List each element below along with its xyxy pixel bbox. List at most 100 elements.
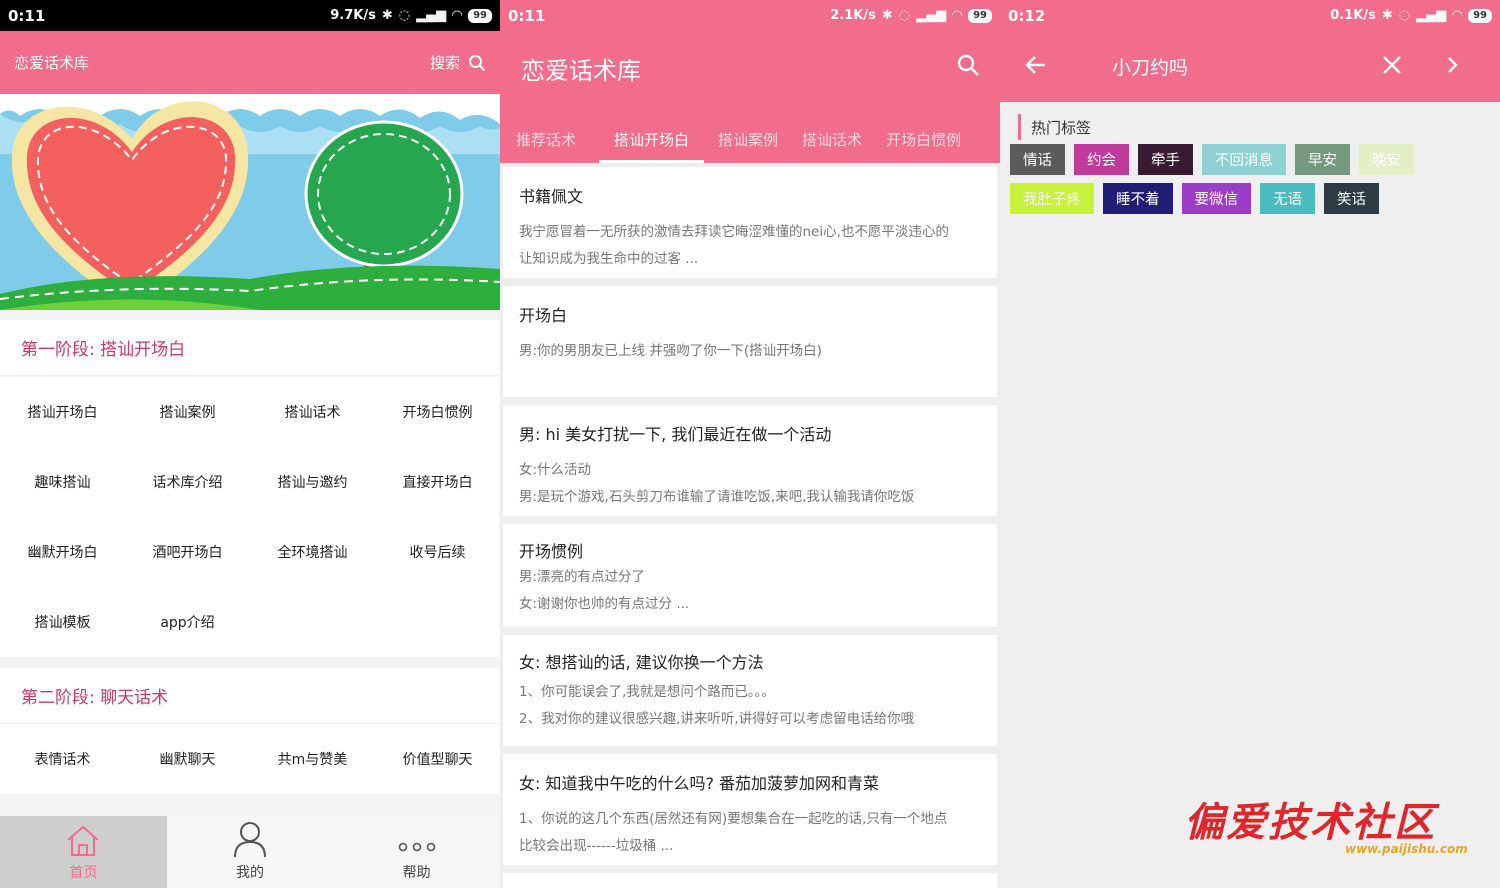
- tag-item[interactable]: 笑话: [1324, 183, 1379, 214]
- category-item[interactable]: 话术库介绍: [125, 447, 250, 517]
- item-line: 女:谢谢你也帅的有点过分 ...: [519, 596, 690, 612]
- category-item[interactable]: app介绍: [125, 587, 250, 657]
- item-line: 男:是玩个游戏,石头剪刀布谁输了请谁吃饭,来吧,我认输我请你吃饭: [519, 489, 915, 505]
- bluetooth-icon: ✱: [381, 8, 393, 23]
- watermark-logo: 偏爱技术社区: [1184, 799, 1436, 846]
- item-title: 开场白: [519, 306, 568, 325]
- category-item[interactable]: 开场白惯例: [375, 377, 500, 447]
- category-item[interactable]: 搭讪案例: [125, 377, 250, 447]
- item-title: 女: 想搭讪的话, 建议你换一个方法: [519, 653, 764, 672]
- category-grid-2: 表情话术 幽默聊天 共m与赞美 价值型聊天: [0, 724, 500, 794]
- wifi-icon: ◠: [1452, 8, 1463, 23]
- item-title: 书籍佩文: [519, 187, 584, 206]
- category-item[interactable]: 表情话术: [0, 724, 125, 794]
- item-line: 男:你的男朋友已上线 并强吻了你一下(搭讪开场白): [519, 343, 822, 359]
- close-icon[interactable]: [1382, 55, 1402, 75]
- tab-opening-lines[interactable]: 搭讪开场白: [599, 115, 705, 163]
- item-title: 男: hi 美女打扰一下, 我们最近在做一个活动: [519, 425, 832, 444]
- tag-item[interactable]: 睡不着: [1103, 183, 1173, 214]
- hot-tags-label: 热门标签: [1018, 114, 1091, 140]
- category-item[interactable]: 搭讪开场白: [0, 377, 125, 447]
- tab-mine[interactable]: 我的: [167, 816, 334, 888]
- category-item[interactable]: 全环境搭讪: [250, 517, 375, 587]
- search-label: 搜索: [429, 54, 460, 72]
- tag-item[interactable]: 无语: [1260, 183, 1315, 214]
- category-item[interactable]: 搭讪与邀约: [250, 447, 375, 517]
- signal-icon: ▂▄▆: [416, 8, 447, 23]
- network-speed: 2.1K/s: [830, 8, 876, 23]
- bluetooth-icon: ✱: [881, 8, 893, 23]
- category-item[interactable]: 直接开场白: [375, 447, 500, 517]
- heart-tree-banner[interactable]: [0, 94, 500, 310]
- app-header: 恋爱话术库 搜索: [0, 31, 500, 94]
- category-item[interactable]: 价值型聊天: [375, 724, 500, 794]
- status-bar: 0:11 2.1K/s ✱ ◌ ▂▄▆ ◠ 99: [500, 0, 1000, 31]
- list-item[interactable]: 书籍佩文 我宁愿冒着一无所获的激情去拜读它晦涩难懂的nei心,也不愿平淡违心的 …: [503, 167, 997, 278]
- search-button[interactable]: 搜索: [430, 52, 486, 73]
- tag-item[interactable]: 约会: [1074, 144, 1129, 175]
- category-item[interactable]: 搭讪话术: [250, 377, 375, 447]
- app-title: 恋爱话术库: [521, 57, 641, 85]
- home-screen: 0:11 9.7K/s ✱ ◌ ▂▄▆ ◠ 99 恋爱话术库 搜索 第一阶段: …: [0, 0, 500, 888]
- category-tabs: 推荐话术 搭讪开场白 搭讪案例 搭讪话术 开场白惯例: [500, 115, 1000, 163]
- signal-icon: ▂▄▆: [1416, 8, 1447, 23]
- item-line: 2、我对你的建议很感兴趣,讲来听听,讲得好可以考虑留电话给你哦: [519, 711, 915, 727]
- item-line: 1、你可能误会了,我就是想问个路而已。。。: [519, 684, 775, 700]
- tab-home-label: 首页: [69, 865, 98, 881]
- category-item[interactable]: 酒吧开场白: [125, 517, 250, 587]
- search-icon: [469, 54, 486, 71]
- tag-item[interactable]: 早安: [1295, 144, 1350, 175]
- tab-cases[interactable]: 搭讪案例: [710, 115, 786, 163]
- category-item[interactable]: 共m与赞美: [250, 724, 375, 794]
- search-icon[interactable]: [956, 53, 980, 77]
- status-bar: 0:11 9.7K/s ✱ ◌ ▂▄▆ ◠ 99: [0, 0, 500, 31]
- battery-indicator: 99: [1468, 8, 1492, 23]
- list-item[interactable]: 女: 知道我中午吃的什么吗? 番茄加菠萝加网和青菜 1、你说的这几个东西(居然还…: [503, 754, 997, 865]
- category-item[interactable]: 趣味搭讪: [0, 447, 125, 517]
- tab-recommend[interactable]: 推荐话术: [508, 115, 584, 163]
- chevron-right-icon[interactable]: [1444, 55, 1462, 75]
- mute-icon: ◌: [898, 8, 911, 23]
- mute-icon: ◌: [398, 8, 411, 23]
- app-title: 恋爱话术库: [14, 54, 90, 72]
- tab-scripts[interactable]: 搭讪话术: [794, 115, 870, 163]
- watermark-url: www.paijishu.com: [1345, 842, 1468, 856]
- list-item[interactable]: 开场白 男:你的男朋友已上线 并强吻了你一下(搭讪开场白): [503, 286, 997, 397]
- category-grid-1: 搭讪开场白 搭讪案例 搭讪话术 开场白惯例 趣味搭讪 话术库介绍 搭讪与邀约 直…: [0, 377, 500, 657]
- search-header: 小刀约吗: [1000, 31, 1500, 102]
- tab-home[interactable]: 首页: [0, 816, 167, 888]
- tab-help[interactable]: 帮助: [333, 816, 500, 888]
- tab-mine-label: 我的: [236, 865, 264, 881]
- network-speed: 9.7K/s: [330, 8, 376, 23]
- tag-item[interactable]: 不回消息: [1202, 144, 1286, 175]
- tab-help-label: 帮助: [402, 865, 431, 881]
- wifi-icon: ◠: [452, 8, 463, 23]
- list-item[interactable]: 开场惯例 男:漂亮的有点过分了 女:谢谢你也帅的有点过分 ...: [503, 524, 997, 627]
- signal-icon: ▂▄▆: [916, 8, 947, 23]
- category-item[interactable]: 幽默开场白: [0, 517, 125, 587]
- category-item[interactable]: 收号后续: [375, 517, 500, 587]
- tag-item[interactable]: 牵手: [1138, 144, 1193, 175]
- app-header: 恋爱话术库 推荐话术 搭讪开场白 搭讪案例 搭讪话术 开场白惯例: [500, 31, 1000, 163]
- search-input[interactable]: 小刀约吗: [1112, 53, 1188, 80]
- status-bar: 0:12 0.1K/s ✱ ◌ ▂▄▆ ◠ 99: [1000, 0, 1500, 31]
- tag-item[interactable]: 晚安: [1359, 144, 1414, 175]
- status-time: 0:12: [1008, 6, 1046, 25]
- tab-conventions[interactable]: 开场白惯例: [878, 115, 969, 163]
- category-item[interactable]: 搭讪模板: [0, 587, 125, 657]
- list-item[interactable]: 男: hi 美女打扰一下, 我们最近在做一个活动 女:什么活动 男:是玩个游戏,…: [503, 405, 997, 516]
- search-screen: 0:12 0.1K/s ✱ ◌ ▂▄▆ ◠ 99 小刀约吗 热门标签 情话 约会…: [1000, 0, 1500, 888]
- tag-item[interactable]: 情话: [1010, 144, 1065, 175]
- status-time: 0:11: [508, 6, 546, 25]
- item-title: 女: 知道我中午吃的什么吗? 番茄加菠萝加网和青菜: [519, 774, 880, 793]
- item-line: 让知识成为我生命中的过客 ...: [519, 251, 699, 267]
- tag-item[interactable]: 要微信: [1181, 183, 1251, 214]
- battery-indicator: 99: [968, 8, 992, 23]
- section-title-1: 第一阶段: 搭讪开场白: [0, 320, 500, 376]
- back-arrow-icon[interactable]: [1024, 53, 1048, 77]
- tag-item[interactable]: 我肚子疼: [1010, 183, 1094, 214]
- list-item[interactable]: 女: 想搭讪的话, 建议你换一个方法 1、你可能误会了,我就是想问个路而已。。。…: [503, 635, 997, 746]
- item-line: 1、你说的这几个东西(居然还有网)要想集合在一起吃的话,只有一个地点: [519, 811, 948, 827]
- list-item[interactable]: [503, 873, 997, 888]
- category-item[interactable]: 幽默聊天: [125, 724, 250, 794]
